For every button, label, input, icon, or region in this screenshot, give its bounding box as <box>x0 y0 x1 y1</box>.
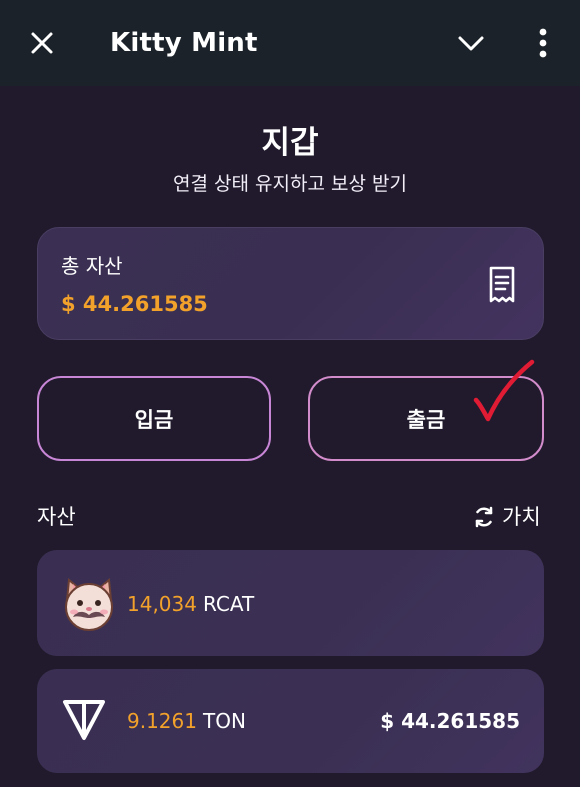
chevron-down-icon[interactable] <box>452 26 490 62</box>
asset-amount: 14,034 RCAT <box>127 589 254 619</box>
assets-heading: 자산 <box>37 505 76 529</box>
total-assets-value: $ 44.261585 <box>61 292 208 316</box>
page-subtitle: 연결 상태 유지하고 보상 받기 <box>173 173 407 195</box>
total-assets-label: 총 자산 <box>61 254 123 278</box>
refresh-icon <box>475 506 493 528</box>
rcat-cat-icon <box>61 574 117 632</box>
total-assets-card: 총 자산 $ 44.261585 <box>37 227 544 340</box>
asset-fiat-value: $ 44.261585 <box>380 709 520 733</box>
withdraw-button[interactable]: 출금 <box>308 376 544 461</box>
deposit-button[interactable]: 입금 <box>37 376 271 461</box>
top-bar: Kitty Mint <box>0 0 580 86</box>
asset-amount: 9.1261 TON <box>127 706 246 736</box>
value-toggle-button[interactable]: 가치 <box>472 502 541 532</box>
asset-symbol: TON <box>202 709 246 733</box>
asset-row-rcat[interactable]: 14,034 RCAT <box>37 550 544 656</box>
asset-symbol: RCAT <box>202 592 255 616</box>
asset-row-ton[interactable]: 9.1261 TON $ 44.261585 <box>37 669 544 773</box>
value-toggle-label: 가치 <box>502 505 541 529</box>
asset-amount-value: 14,034 <box>127 592 197 616</box>
asset-amount-value: 9.1261 <box>127 709 197 733</box>
page-title: 지갑 <box>261 125 319 161</box>
app-title: Kitty Mint <box>110 28 258 58</box>
more-vertical-icon[interactable] <box>528 24 558 62</box>
close-icon[interactable] <box>24 24 60 60</box>
receipt-icon[interactable] <box>485 264 519 306</box>
ton-icon <box>61 697 107 743</box>
